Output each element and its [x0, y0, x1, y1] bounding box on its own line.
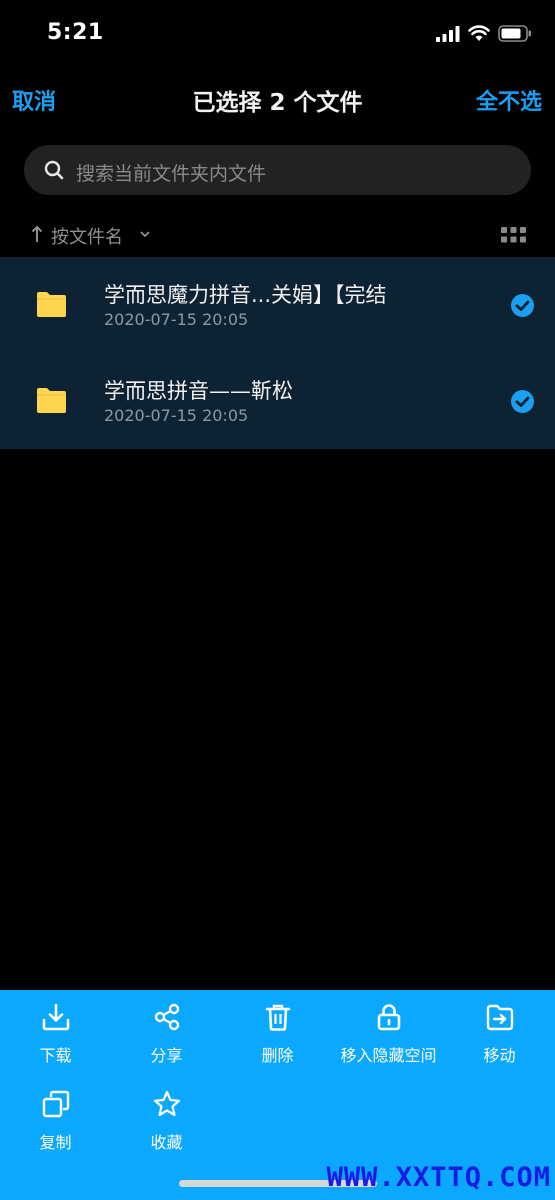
deselect-all-button[interactable]: 全不选 — [476, 84, 542, 116]
status-bar: 5:21 — [0, 0, 555, 70]
wifi-icon — [468, 25, 490, 41]
file-list: 学而思魔力拼音...关娟】【完结 2020-07-15 20:05 学而思拼音—… — [0, 257, 555, 449]
file-date: 2020-07-15 20:05 — [104, 310, 249, 329]
move-icon — [486, 1004, 514, 1031]
download-button[interactable]: 下载 — [0, 990, 111, 1070]
selection-header: 取消 已选择 2 个文件 全不选 — [0, 72, 555, 124]
grid-view-icon[interactable] — [501, 227, 526, 243]
move-label: 移动 — [483, 1046, 516, 1065]
file-row[interactable]: 学而思魔力拼音...关娟】【完结 2020-07-15 20:05 — [0, 257, 555, 353]
status-time: 5:21 — [47, 20, 104, 45]
chevron-down-icon[interactable] — [139, 229, 151, 239]
move-to-hidden-space-label: 移入隐藏空间 — [340, 1046, 437, 1065]
share-label: 分享 — [150, 1046, 183, 1065]
move-button[interactable]: 移动 — [444, 990, 555, 1070]
watermark: WWW.XXTTQ.COM — [326, 1162, 551, 1193]
search-placeholder: 搜索当前文件夹内文件 — [76, 163, 267, 185]
delete-label: 删除 — [261, 1046, 294, 1065]
copy-label: 复制 — [39, 1133, 72, 1152]
share-button[interactable]: 分享 — [111, 990, 222, 1070]
checkmark-selected-icon[interactable] — [511, 390, 534, 413]
sort-ascending-icon[interactable] — [30, 224, 44, 244]
favorite-button[interactable]: 收藏 — [111, 1077, 222, 1157]
file-row[interactable]: 学而思拼音——靳松 2020-07-15 20:05 — [0, 353, 555, 449]
copy-icon — [42, 1090, 70, 1118]
delete-button[interactable]: 删除 — [222, 990, 333, 1070]
star-icon — [153, 1090, 181, 1117]
download-icon — [42, 1003, 70, 1031]
trash-icon — [265, 1004, 291, 1031]
share-icon — [154, 1003, 180, 1031]
favorite-label: 收藏 — [150, 1133, 183, 1152]
sort-bar: 按文件名 — [0, 218, 555, 252]
cellular-signal-icon — [436, 26, 460, 42]
move-to-hidden-space-button[interactable]: 移入隐藏空间 — [333, 990, 444, 1070]
lock-icon — [377, 1004, 401, 1031]
file-name: 学而思魔力拼音...关娟】【完结 — [104, 283, 387, 307]
folder-icon — [37, 388, 66, 413]
search-icon — [44, 160, 64, 180]
file-name: 学而思拼音——靳松 — [104, 379, 293, 403]
file-date: 2020-07-15 20:05 — [104, 406, 249, 425]
folder-icon — [37, 292, 66, 317]
battery-icon — [498, 25, 531, 42]
download-label: 下载 — [39, 1046, 72, 1065]
copy-button[interactable]: 复制 — [0, 1077, 111, 1157]
checkmark-selected-icon[interactable] — [511, 294, 534, 317]
page-title: 已选择 2 个文件 — [192, 90, 363, 116]
search-input[interactable]: 搜索当前文件夹内文件 — [24, 145, 531, 195]
sort-by-name-button[interactable]: 按文件名 — [51, 223, 123, 249]
